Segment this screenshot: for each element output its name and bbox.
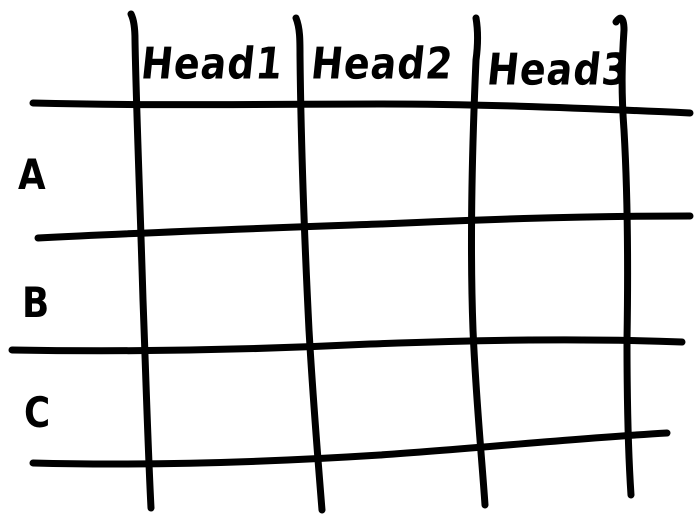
row-header-c: C <box>24 388 52 437</box>
vertical-line-2 <box>292 14 326 514</box>
row-header-b: B <box>22 278 51 327</box>
horizontal-line-2 <box>34 212 694 242</box>
column-header-2: Head2 <box>308 38 456 89</box>
vertical-line-3 <box>468 14 489 509</box>
horizontal-line-1 <box>29 99 694 117</box>
horizontal-line-3 <box>8 336 686 355</box>
column-header-3: Head3 <box>484 44 632 95</box>
row-header-a: A <box>18 150 47 199</box>
column-header-1: Head1 <box>138 38 286 89</box>
horizontal-line-4 <box>29 429 671 468</box>
